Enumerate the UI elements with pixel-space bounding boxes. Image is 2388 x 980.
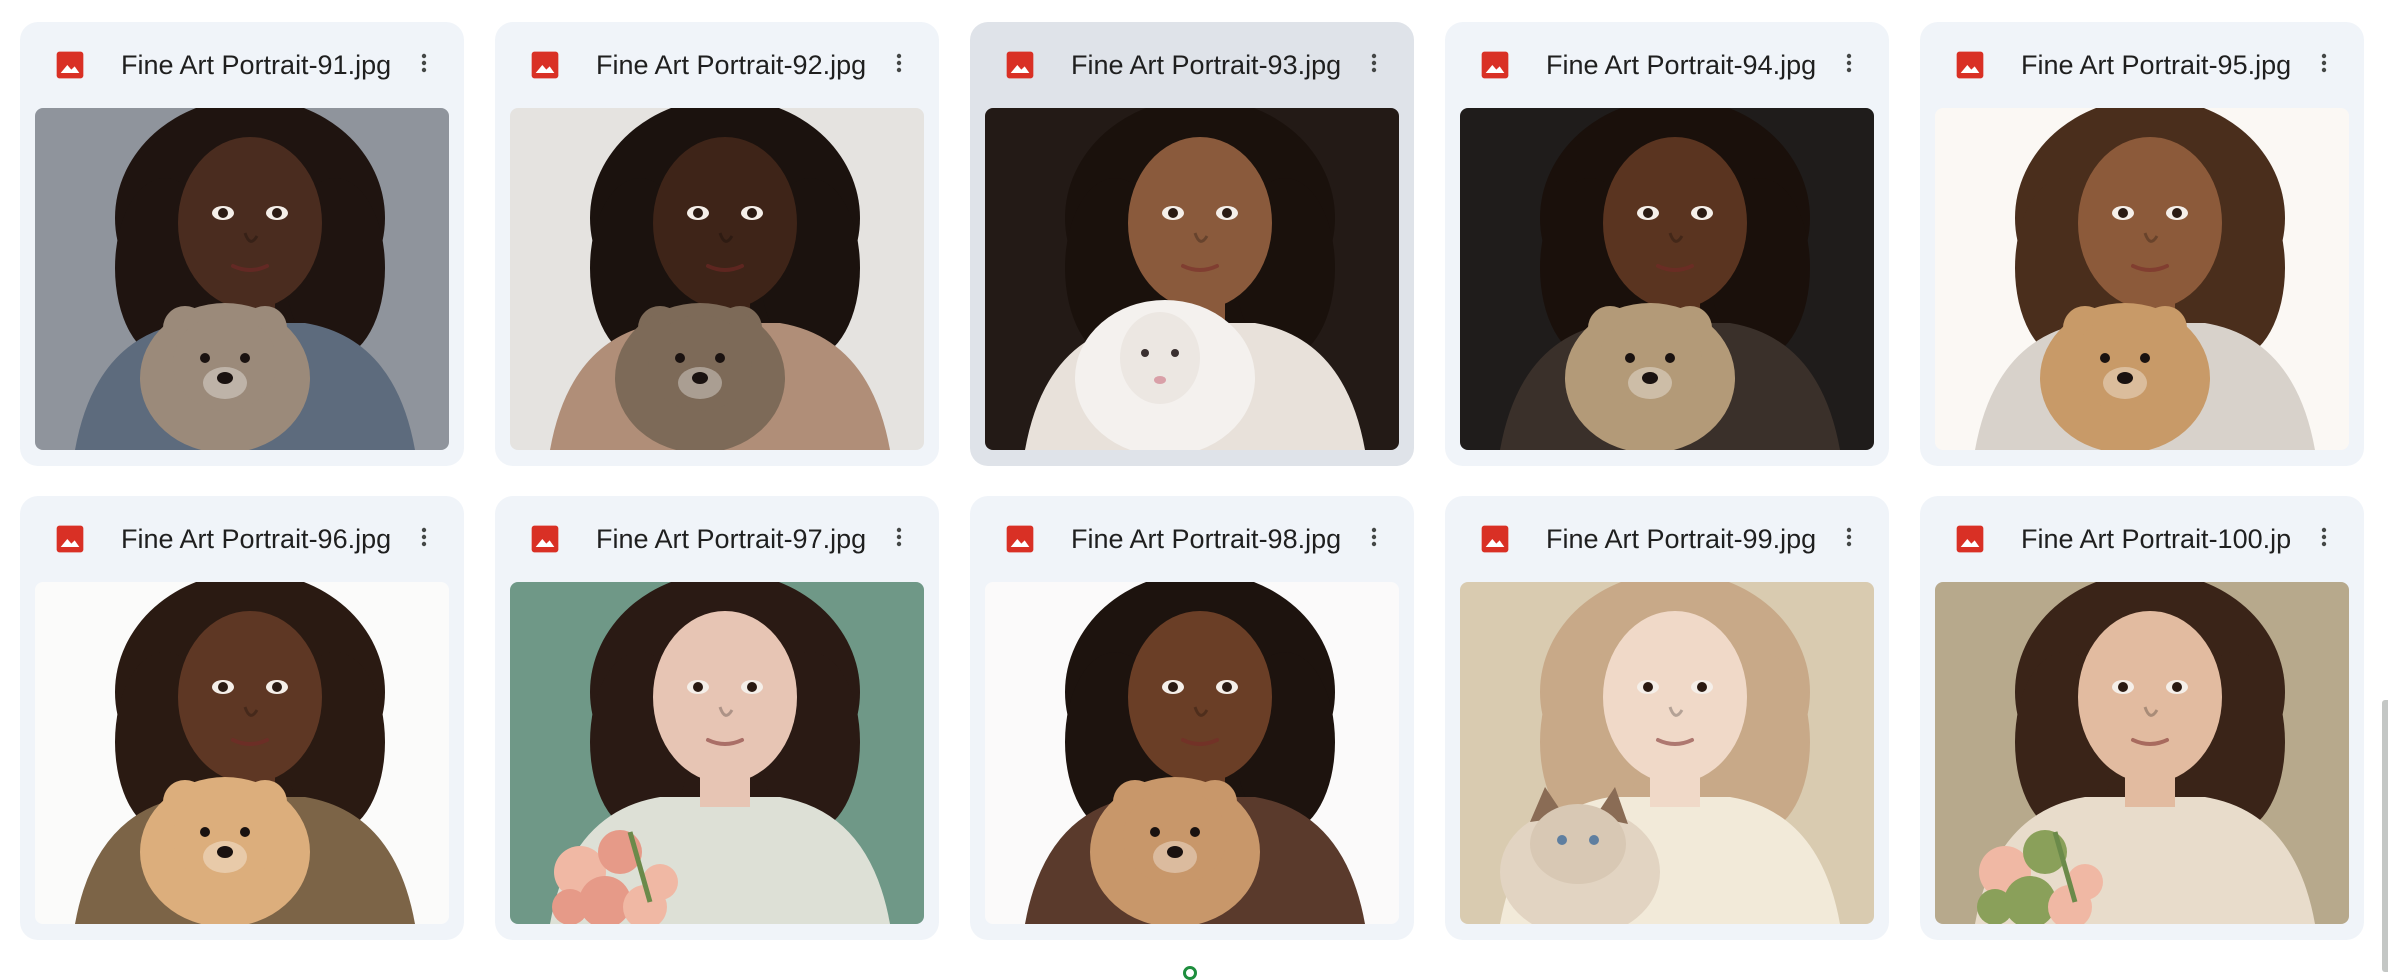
file-card[interactable]: Fine Art Portrait-96.jpg xyxy=(20,496,464,940)
loading-indicator-icon xyxy=(1183,966,1197,980)
file-thumbnail[interactable] xyxy=(985,582,1399,924)
file-card-header: Fine Art Portrait-100.jpg xyxy=(1920,496,2364,582)
file-name: Fine Art Portrait-96.jpg xyxy=(121,524,391,554)
more-actions-button[interactable] xyxy=(1827,43,1871,87)
more-actions-button[interactable] xyxy=(877,43,921,87)
file-thumbnail[interactable] xyxy=(35,108,449,450)
image-file-icon xyxy=(54,49,86,81)
file-thumbnail[interactable] xyxy=(510,582,924,924)
image-file-icon xyxy=(1004,49,1036,81)
image-file-icon xyxy=(1954,49,1986,81)
image-file-icon xyxy=(529,49,561,81)
file-card[interactable]: Fine Art Portrait-94.jpg xyxy=(1445,22,1889,466)
file-card-header: Fine Art Portrait-91.jpg xyxy=(20,22,464,108)
more-actions-button[interactable] xyxy=(402,517,446,561)
file-name: Fine Art Portrait-91.jpg xyxy=(121,50,391,80)
file-card-header: Fine Art Portrait-99.jpg xyxy=(1445,496,1889,582)
file-card[interactable]: Fine Art Portrait-98.jpg xyxy=(970,496,1414,940)
file-card[interactable]: Fine Art Portrait-100.jpg xyxy=(1920,496,2364,940)
file-name: Fine Art Portrait-92.jpg xyxy=(596,50,866,80)
file-name: Fine Art Portrait-99.jpg xyxy=(1546,524,1816,554)
file-card-header: Fine Art Portrait-93.jpg xyxy=(970,22,1414,108)
file-card[interactable]: Fine Art Portrait-95.jpg xyxy=(1920,22,2364,466)
file-thumbnail[interactable] xyxy=(510,108,924,450)
file-name: Fine Art Portrait-94.jpg xyxy=(1546,50,1816,80)
more-vert-icon xyxy=(412,525,436,554)
file-thumbnail[interactable] xyxy=(1460,582,1874,924)
more-vert-icon xyxy=(412,51,436,80)
more-actions-button[interactable] xyxy=(1827,517,1871,561)
file-card[interactable]: Fine Art Portrait-91.jpg xyxy=(20,22,464,466)
file-card-header: Fine Art Portrait-96.jpg xyxy=(20,496,464,582)
more-actions-button[interactable] xyxy=(1352,43,1396,87)
more-actions-button[interactable] xyxy=(877,517,921,561)
file-name: Fine Art Portrait-100.jpg xyxy=(2021,524,2291,554)
file-card-header: Fine Art Portrait-95.jpg xyxy=(1920,22,2364,108)
file-name: Fine Art Portrait-95.jpg xyxy=(2021,50,2291,80)
more-actions-button[interactable] xyxy=(2302,43,2346,87)
file-name: Fine Art Portrait-93.jpg xyxy=(1071,50,1341,80)
image-file-icon xyxy=(1479,49,1511,81)
file-card-header: Fine Art Portrait-94.jpg xyxy=(1445,22,1889,108)
file-card-header: Fine Art Portrait-92.jpg xyxy=(495,22,939,108)
more-vert-icon xyxy=(1362,525,1386,554)
more-vert-icon xyxy=(2312,525,2336,554)
more-vert-icon xyxy=(1837,525,1861,554)
more-actions-button[interactable] xyxy=(1352,517,1396,561)
more-vert-icon xyxy=(1362,51,1386,80)
more-vert-icon xyxy=(2312,51,2336,80)
file-card[interactable]: Fine Art Portrait-99.jpg xyxy=(1445,496,1889,940)
scrollbar[interactable] xyxy=(2382,700,2388,972)
image-file-icon xyxy=(1004,523,1036,555)
file-thumbnail[interactable] xyxy=(1460,108,1874,450)
file-thumbnail[interactable] xyxy=(35,582,449,924)
file-grid: Fine Art Portrait-91.jpg Fine Art Portrai… xyxy=(20,22,2368,940)
more-vert-icon xyxy=(1837,51,1861,80)
file-card-header: Fine Art Portrait-98.jpg xyxy=(970,496,1414,582)
file-name: Fine Art Portrait-97.jpg xyxy=(596,524,866,554)
file-card[interactable]: Fine Art Portrait-93.jpg xyxy=(970,22,1414,466)
more-actions-button[interactable] xyxy=(402,43,446,87)
file-name: Fine Art Portrait-98.jpg xyxy=(1071,524,1341,554)
file-thumbnail[interactable] xyxy=(1935,582,2349,924)
more-vert-icon xyxy=(887,525,911,554)
image-file-icon xyxy=(1479,523,1511,555)
file-thumbnail[interactable] xyxy=(1935,108,2349,450)
image-file-icon xyxy=(1954,523,1986,555)
file-thumbnail[interactable] xyxy=(985,108,1399,450)
more-actions-button[interactable] xyxy=(2302,517,2346,561)
file-card[interactable]: Fine Art Portrait-92.jpg xyxy=(495,22,939,466)
file-card[interactable]: Fine Art Portrait-97.jpg xyxy=(495,496,939,940)
image-file-icon xyxy=(54,523,86,555)
file-card-header: Fine Art Portrait-97.jpg xyxy=(495,496,939,582)
image-file-icon xyxy=(529,523,561,555)
more-vert-icon xyxy=(887,51,911,80)
